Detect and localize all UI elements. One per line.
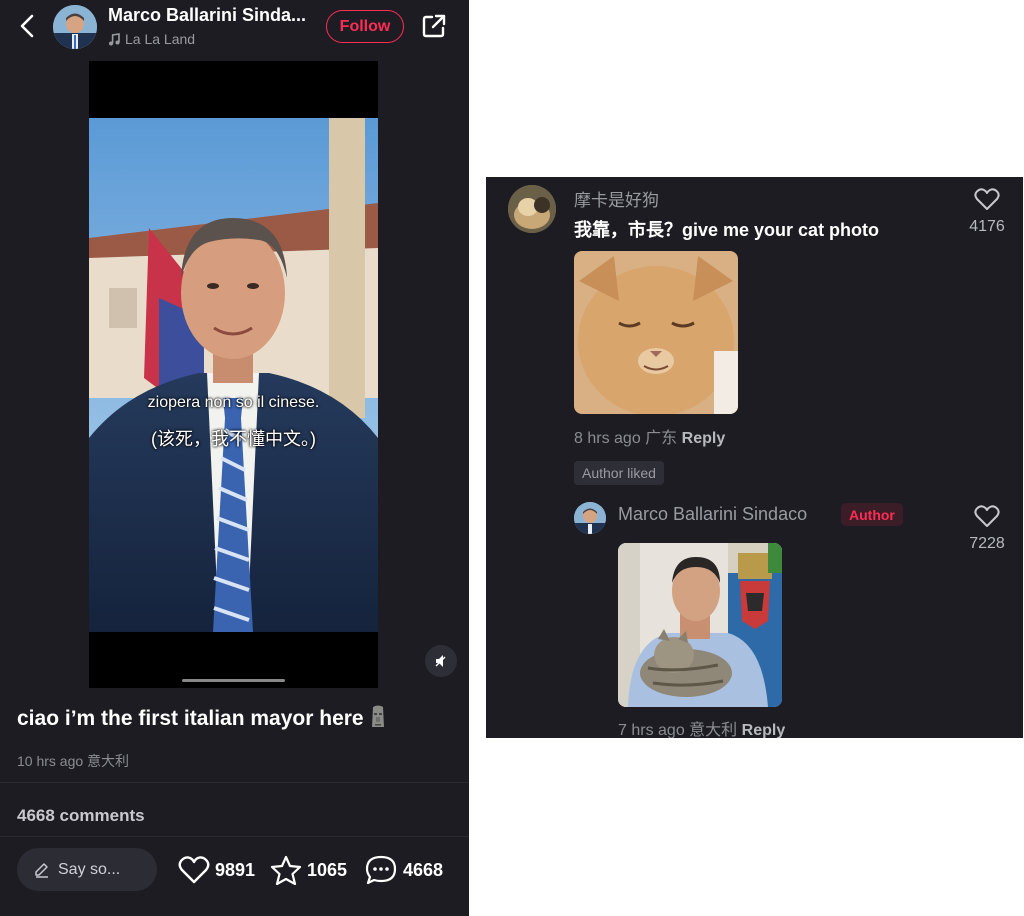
comment-input-placeholder: Say so... — [58, 860, 121, 878]
commenter-name[interactable]: 摩卡是好狗 — [574, 186, 659, 211]
comment-input[interactable]: Say so... — [17, 848, 157, 891]
favorite-count: 1065 — [307, 859, 348, 880]
reply-time: 7 hrs ago — [618, 722, 685, 738]
reply-author-name[interactable]: Marco Ballarini Sindaco — [618, 504, 807, 525]
video-subtitle-italian: ziopera non so il cinese. — [147, 394, 320, 411]
commenter-avatar[interactable] — [508, 185, 556, 233]
comment-meta: 8 hrs ago 广东 Reply — [574, 424, 725, 448]
reply-reply-button[interactable]: Reply — [742, 722, 786, 738]
mute-button[interactable] — [425, 645, 457, 677]
back-arrow-icon[interactable] — [16, 12, 40, 40]
comment-count: 4668 — [403, 859, 444, 880]
author-liked-badge: Author liked — [574, 461, 664, 485]
post-time: 10 hrs ago — [17, 753, 84, 769]
author-badge: Author — [841, 503, 903, 526]
comment-text: 我靠，市長？give me your cat photo — [574, 220, 880, 240]
star-icon — [270, 855, 302, 885]
comment-location: 广东 — [645, 430, 678, 447]
music-title: La La Land — [125, 31, 196, 47]
post-caption: ciao i’m the first italian mayor here — [17, 705, 386, 731]
moai-icon — [371, 705, 384, 727]
music-label[interactable]: La La Land — [108, 31, 195, 47]
post-panel: Marco Ballarini Sinda... La La Land Foll… — [0, 0, 469, 916]
video-player[interactable]: ziopera non so il cinese. (该死，我不懂中文。) — [89, 61, 378, 688]
music-note-icon — [109, 32, 120, 45]
comment-button[interactable]: 4668 — [364, 852, 443, 888]
reply-meta: 7 hrs ago 意大利 Reply — [618, 716, 785, 738]
comment-reply-button[interactable]: Reply — [682, 430, 726, 447]
reply-location: 意大利 — [689, 722, 738, 738]
favorite-button[interactable]: 1065 — [270, 852, 347, 888]
author-avatar[interactable] — [53, 5, 97, 49]
author-name[interactable]: Marco Ballarini Sinda... — [108, 5, 306, 26]
divider — [0, 836, 469, 837]
video-progress-bar[interactable] — [182, 679, 285, 682]
caption-text: ciao i’m the first italian mayor here — [17, 707, 364, 730]
comment-like-count: 4176 — [969, 218, 1005, 235]
post-meta: 10 hrs ago 意大利 — [17, 751, 129, 771]
video-subtitle-chinese: (该死，我不懂中文。) — [151, 429, 316, 449]
like-count: 9891 — [215, 859, 256, 880]
reply-heart-icon[interactable] — [974, 504, 1000, 528]
divider — [0, 782, 469, 783]
comment-count-label: 4668 comments — [17, 806, 145, 825]
reply-author-avatar[interactable] — [574, 502, 606, 534]
follow-button[interactable]: Follow — [326, 10, 404, 43]
share-icon[interactable] — [420, 12, 448, 40]
comment-heart-icon[interactable] — [974, 187, 1000, 211]
reply-image-mayor-with-cat[interactable] — [618, 543, 782, 707]
reply-like-count: 7228 — [969, 535, 1005, 552]
post-header: Marco Ballarini Sinda... La La Land Foll… — [0, 0, 469, 56]
comment-bubble-icon — [365, 855, 397, 885]
comment-image-cat[interactable] — [574, 251, 738, 414]
speaker-icon — [435, 655, 446, 667]
pencil-icon — [35, 863, 48, 878]
video-frame — [89, 118, 378, 632]
heart-icon — [178, 856, 210, 884]
comment-thread-panel: 摩卡是好狗 我靠，市長？give me your cat photo 8 hrs… — [486, 177, 1023, 738]
like-button[interactable]: 9891 — [178, 852, 255, 888]
comment-time: 8 hrs ago — [574, 430, 641, 447]
post-location: 意大利 — [87, 753, 130, 769]
